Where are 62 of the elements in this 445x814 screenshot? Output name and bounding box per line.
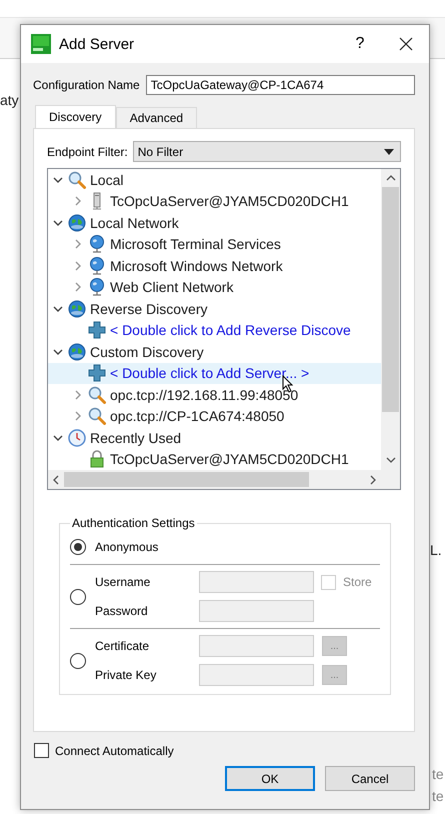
network-globe-icon bbox=[88, 256, 106, 275]
checkbox-label: Store bbox=[343, 575, 372, 589]
group-title: Authentication Settings bbox=[71, 516, 196, 530]
option-label: Username bbox=[95, 575, 152, 589]
network-globe-icon bbox=[88, 278, 106, 296]
background-text: aty bbox=[0, 92, 19, 108]
checkbox[interactable] bbox=[34, 743, 49, 758]
radio-button[interactable] bbox=[70, 588, 86, 604]
checkbox-label: Connect Automatically bbox=[55, 744, 174, 758]
configuration-name-field[interactable]: TcOpcUaGateway@CP-1CA674 bbox=[146, 75, 415, 95]
option-label: Anonymous bbox=[95, 540, 158, 554]
help-button[interactable]: ? bbox=[337, 25, 383, 63]
scroll-down-icon[interactable] bbox=[386, 457, 396, 463]
globe-icon bbox=[68, 300, 86, 318]
tab[interactable]: Advanced bbox=[116, 107, 198, 128]
option-label: Certificate bbox=[95, 639, 150, 653]
scroll-left-icon[interactable] bbox=[53, 474, 59, 484]
caret-icon bbox=[384, 148, 394, 154]
tab[interactable]: Discovery bbox=[35, 105, 116, 128]
globe-icon bbox=[68, 214, 86, 232]
tree-item[interactable]: Reverse Discovery bbox=[48, 298, 381, 320]
tree-item[interactable]: < Double click to Add Reverse Discove bbox=[48, 320, 381, 341]
tree-item[interactable]: TcOpcUaServer@JYAM5CD020DCH1 bbox=[48, 448, 381, 470]
tree-item[interactable]: Web Client Network bbox=[48, 276, 381, 298]
magnifier-icon bbox=[88, 386, 106, 404]
background-text: te bbox=[432, 766, 444, 782]
ok-button[interactable]: OK bbox=[225, 766, 315, 791]
network-globe-icon bbox=[88, 235, 106, 254]
field-label: Configuration Name bbox=[33, 78, 140, 92]
tree-item[interactable]: TcOpcUaServer@JYAM5CD020DCH1 bbox=[48, 190, 381, 212]
tree-item[interactable]: Local bbox=[48, 169, 381, 190]
plus-icon bbox=[88, 321, 106, 340]
magnifier-icon bbox=[68, 170, 86, 189]
tree-item[interactable]: < Double click to Add Server... > bbox=[48, 362, 381, 384]
tree-item[interactable]: Microsoft Terminal Services bbox=[48, 234, 381, 255]
radio-button[interactable] bbox=[70, 652, 86, 668]
clock-icon bbox=[68, 428, 86, 447]
lock-icon bbox=[88, 450, 106, 468]
close-icon bbox=[399, 37, 413, 51]
tree-item[interactable]: opc.tcp://192.168.11.99:48050 bbox=[48, 384, 381, 406]
vertical-scrollbar[interactable] bbox=[381, 169, 400, 489]
scroll-right-icon[interactable] bbox=[370, 474, 376, 484]
field-label: Endpoint Filter: bbox=[47, 144, 128, 158]
radio-button[interactable] bbox=[70, 539, 86, 555]
globe-icon bbox=[68, 342, 86, 361]
tree-item[interactable]: Custom Discovery bbox=[48, 341, 381, 362]
horizontal-scrollbar[interactable] bbox=[48, 470, 381, 489]
endpoint-filter-dropdown[interactable]: No Filter bbox=[132, 141, 401, 162]
background-text: L. bbox=[430, 542, 442, 558]
background-text: te bbox=[432, 788, 444, 804]
tree-item[interactable]: Recently Used bbox=[48, 427, 381, 448]
option-label: Password bbox=[95, 604, 149, 618]
tree-item[interactable]: opc.tcp://CP-1CA674:48050 bbox=[48, 406, 381, 427]
tree-item[interactable]: Microsoft Windows Network bbox=[48, 255, 381, 276]
magnifier-icon bbox=[88, 407, 106, 426]
app-logo-icon bbox=[31, 34, 51, 54]
plus-icon bbox=[88, 364, 106, 382]
cancel-button[interactable]: Cancel bbox=[325, 766, 415, 791]
tree-item[interactable]: Local Network bbox=[48, 212, 381, 234]
window-title: Add Server bbox=[59, 36, 136, 52]
scroll-up-icon[interactable] bbox=[386, 175, 396, 181]
option-label: Private Key bbox=[95, 668, 158, 682]
